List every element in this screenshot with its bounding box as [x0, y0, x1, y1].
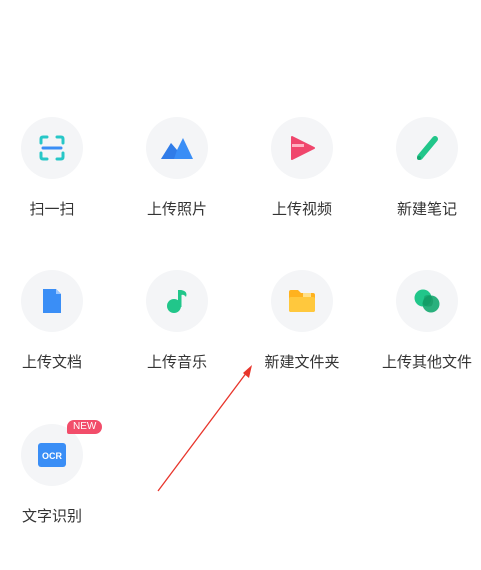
document-icon [43, 289, 61, 313]
upload-music-action[interactable]: 上传音乐 [117, 270, 237, 371]
ocr-icon-circle: OCR NEW [21, 420, 103, 486]
ocr-icon-text: OCR [42, 451, 63, 461]
text-recognition-label: 文字识别 [21, 507, 82, 525]
scan-label: 扫一扫 [29, 200, 75, 218]
music-note-icon [167, 290, 187, 313]
new-badge: NEW [67, 420, 103, 434]
pen-note-icon [417, 136, 438, 160]
upload-video-label: 上传视频 [271, 200, 332, 218]
text-recognition-action[interactable]: OCR NEW 文字识别 [0, 420, 112, 525]
photo-mountain-icon [161, 138, 193, 159]
upload-music-label: 上传音乐 [146, 353, 207, 371]
upload-other-files-label: 上传其他文件 [381, 353, 472, 371]
document-icon-circle [21, 270, 83, 332]
folder-icon [289, 290, 315, 312]
music-icon-circle [146, 270, 208, 332]
upload-other-files-action[interactable]: 上传其他文件 [367, 270, 481, 371]
new-note-label: 新建笔记 [396, 200, 457, 218]
ocr-icon: OCR [38, 443, 66, 467]
upload-video-action[interactable]: 上传视频 [242, 117, 362, 218]
upload-document-action[interactable]: 上传文档 [0, 270, 112, 371]
video-icon-circle [271, 117, 333, 179]
upload-actions-page: 扫一扫 上传照片 上传视频 新建笔记 上传文档 上传音乐 新建文件夹 上传其他文… [0, 0, 481, 570]
new-note-action[interactable]: 新建笔记 [367, 117, 481, 218]
new-folder-label: 新建文件夹 [264, 353, 340, 371]
note-icon-circle [396, 117, 458, 179]
upload-photo-action[interactable]: 上传照片 [117, 117, 237, 218]
video-play-icon [291, 136, 315, 160]
scan-icon [39, 135, 65, 161]
other-files-icon [414, 289, 440, 313]
other-files-icon-circle [396, 270, 458, 332]
new-folder-action[interactable]: 新建文件夹 [242, 270, 362, 371]
folder-icon-circle [271, 270, 333, 332]
scan-action[interactable]: 扫一扫 [0, 117, 112, 218]
scan-icon-circle [21, 117, 83, 179]
upload-document-label: 上传文档 [21, 353, 82, 371]
photo-icon-circle [146, 117, 208, 179]
upload-photo-label: 上传照片 [146, 200, 207, 218]
